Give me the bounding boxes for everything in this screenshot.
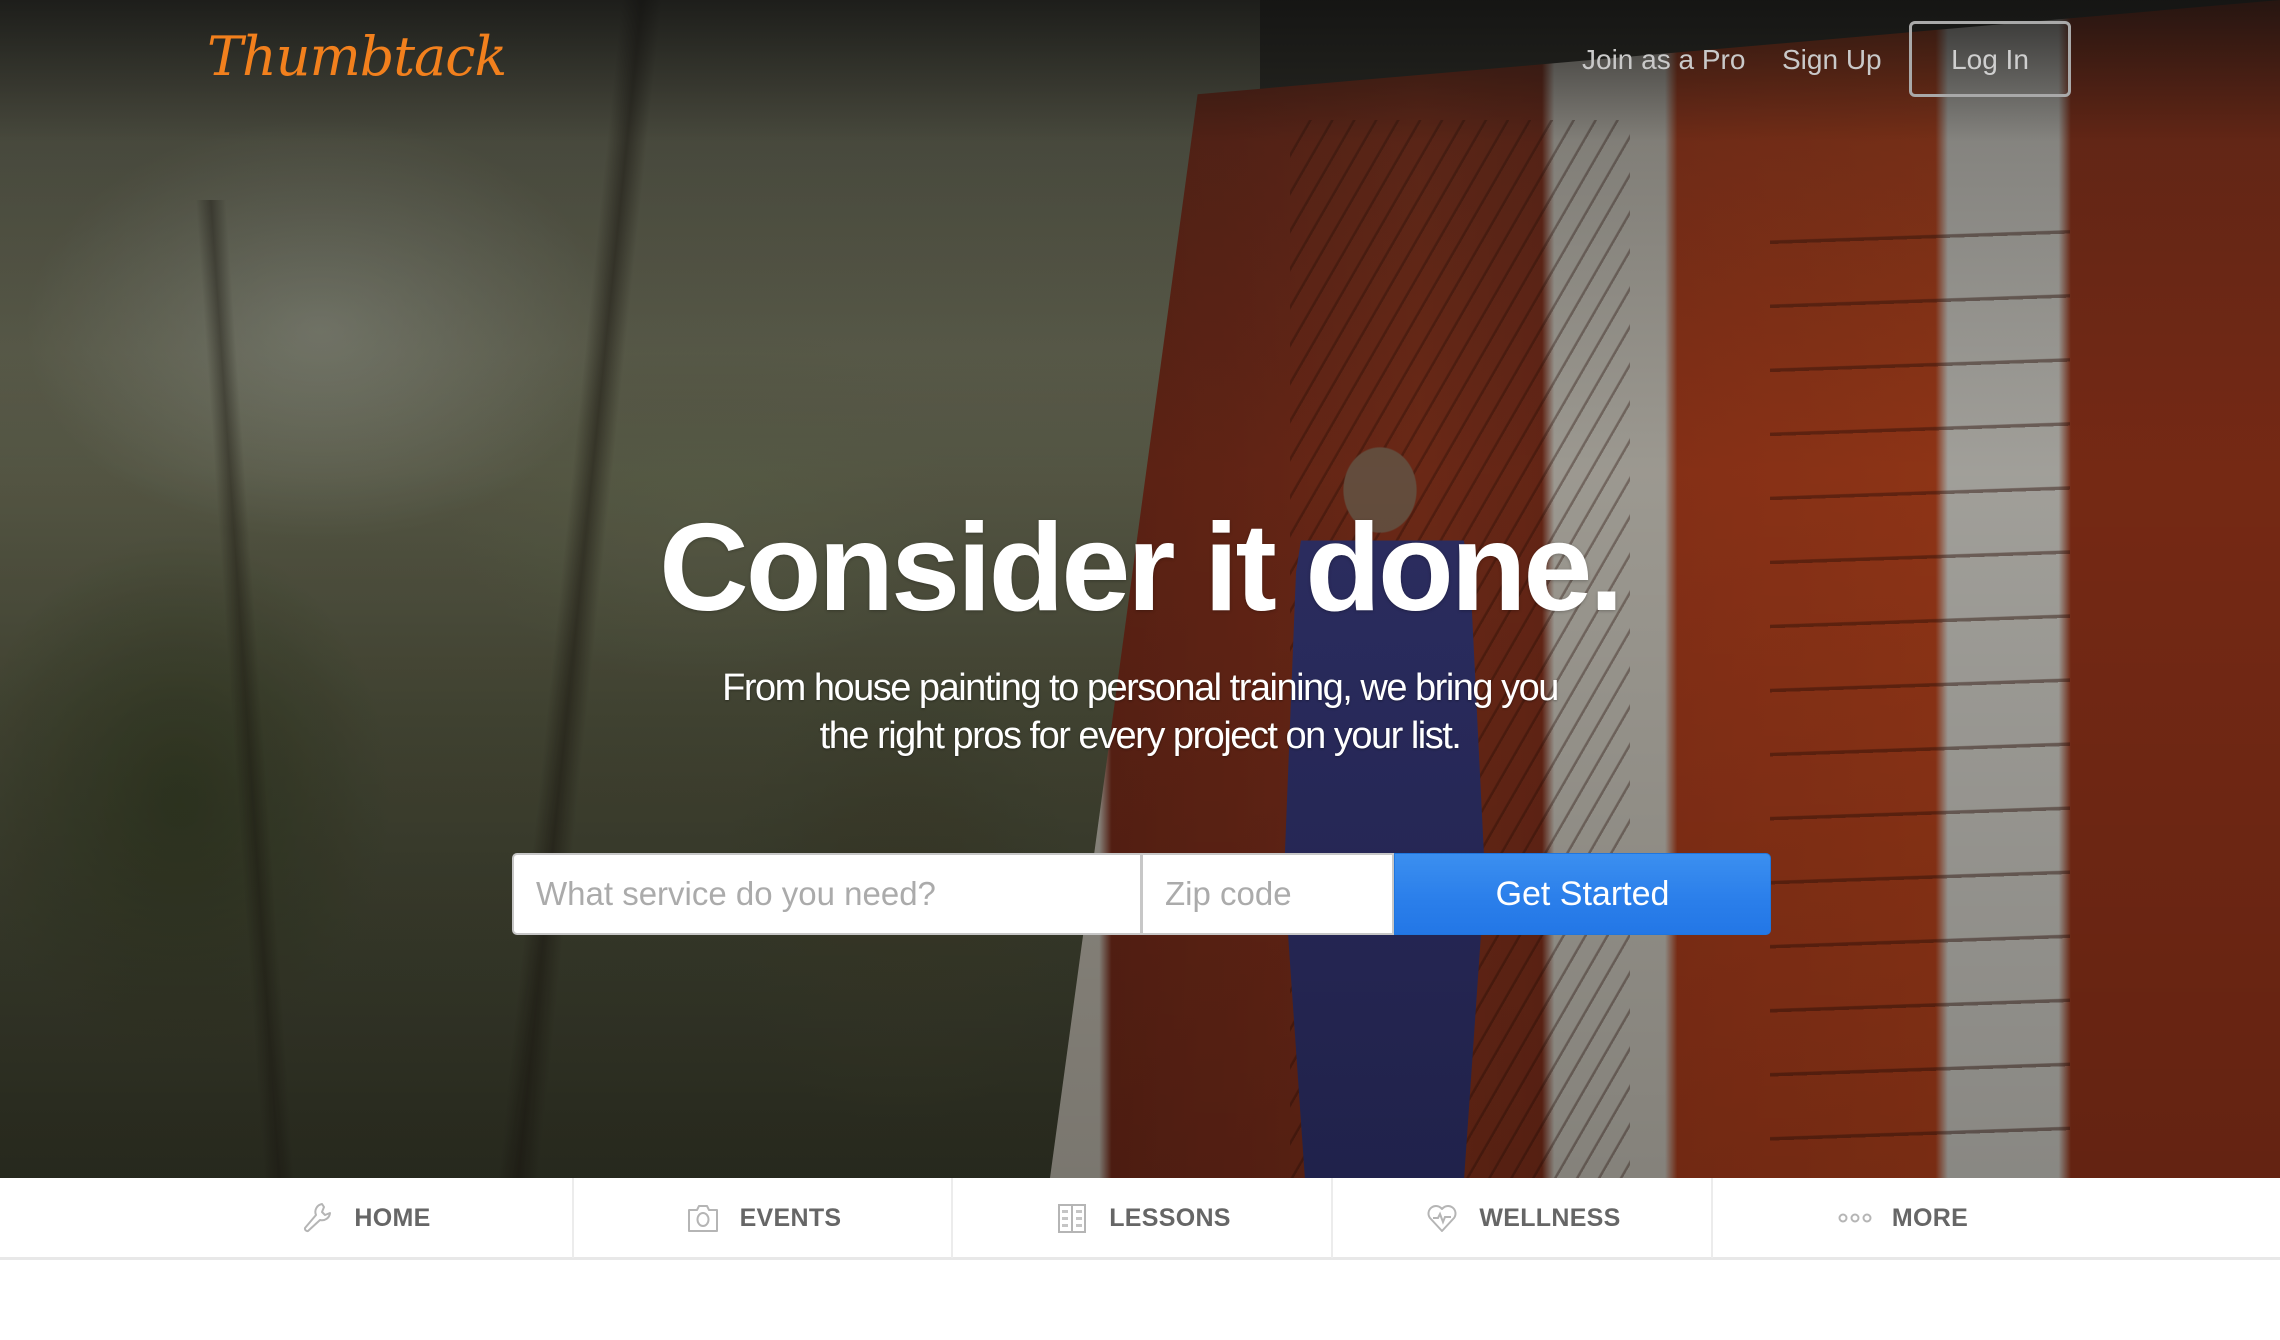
book-icon [1055,1201,1089,1235]
category-more[interactable]: MORE [1711,1178,2093,1258]
category-more-label: MORE [1891,1203,1969,1232]
category-events-label: EVENTS [739,1203,842,1232]
hero-section: Thumbtack Join as a Pro Sign Up Log In C… [0,0,2280,1178]
category-wellness-label: WELLNESS [1479,1203,1621,1232]
service-search-form: Get Started [512,853,1771,935]
category-lessons-label: LESSONS [1109,1203,1231,1232]
hero-subtitle-line-2: the right pros for every project on your… [819,715,1462,757]
category-events[interactable]: EVENTS [572,1178,953,1258]
get-started-button[interactable]: Get Started [1394,853,1771,935]
category-nav: HOME EVENTS LESSONS WELLNESS MORE [0,1178,2280,1260]
category-wellness[interactable]: WELLNESS [1331,1178,1713,1258]
sign-up-link[interactable]: Sign Up [1782,40,1882,80]
log-in-button[interactable]: Log In [1909,21,2071,97]
service-input[interactable] [512,853,1142,935]
heart-pulse-icon [1425,1201,1459,1235]
category-home[interactable]: HOME [0,1178,571,1258]
thumbtack-logo[interactable]: Thumbtack [207,22,507,92]
hero-subtitle-line-1: From house painting to personal training… [722,667,1559,709]
zip-code-input[interactable] [1142,853,1394,935]
hero-headline: Consider it done. [659,499,1624,637]
camera-icon [686,1201,720,1235]
category-home-label: HOME [354,1203,431,1232]
more-dots-icon [1838,1201,1872,1235]
join-as-pro-link[interactable]: Join as a Pro [1582,40,1745,80]
category-lessons[interactable]: LESSONS [951,1178,1333,1258]
wrench-icon [300,1201,334,1235]
